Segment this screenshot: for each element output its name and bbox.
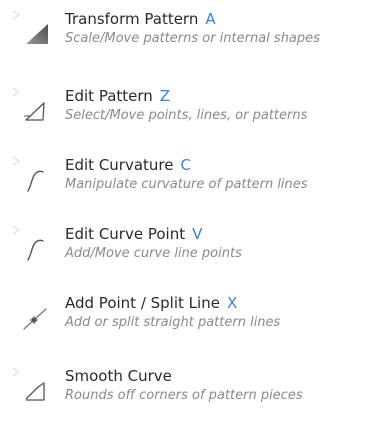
menu-item-text: Add Point / Split Line X Add or split str… bbox=[65, 294, 391, 331]
menu-item-text: Smooth Curve Rounds off corners of patte… bbox=[65, 367, 391, 404]
menu-item-description: Manipulate curvature of pattern lines bbox=[65, 177, 308, 192]
menu-item-label: Transform Pattern bbox=[65, 10, 199, 28]
edit-curvature-icon bbox=[27, 170, 44, 192]
smooth-curve-icon bbox=[25, 382, 45, 401]
menu-item-title: Edit Curve Point V bbox=[65, 225, 391, 244]
shortcut-key: A bbox=[205, 10, 216, 28]
menu-item-description: Scale/Move patterns or internal shapes bbox=[65, 31, 320, 46]
menu-item-transform-pattern[interactable]: Transform Pattern A Scale/Move patterns o… bbox=[0, 6, 391, 64]
menu-item-label: Edit Curve Point bbox=[65, 225, 186, 243]
shortcut-key: V bbox=[192, 225, 203, 243]
menu-item-label: Add Point / Split Line bbox=[65, 294, 220, 312]
edit-curve-point-icon bbox=[27, 239, 44, 261]
menu-item-title: Edit Curvature C bbox=[65, 156, 391, 175]
menu-item-description: Add or split straight pattern lines bbox=[65, 315, 281, 330]
menu-item-label: Edit Curvature bbox=[65, 156, 174, 174]
menu-item-description: Select/Move points, lines, or patterns bbox=[65, 108, 308, 123]
menu-item-title: Smooth Curve bbox=[65, 367, 391, 386]
menu-item-description: Rounds off corners of pattern pieces bbox=[65, 388, 303, 403]
transform-pattern-icon bbox=[26, 24, 48, 44]
shortcut-key: X bbox=[226, 294, 238, 312]
menu-item-title: Edit Pattern Z bbox=[65, 87, 391, 106]
add-point-split-line-icon bbox=[23, 308, 47, 330]
menu-item-title: Transform Pattern A bbox=[65, 10, 391, 29]
menu-item-edit-curve-point[interactable]: Edit Curve Point V Add/Move curve line po… bbox=[0, 221, 391, 279]
shortcut-key: Z bbox=[159, 87, 171, 105]
menu-item-text: Edit Curvature C Manipulate curvature of … bbox=[65, 156, 391, 193]
menu-item-text: Edit Pattern Z Select/Move points, lines,… bbox=[65, 87, 391, 124]
menu-item-description: Add/Move curve line points bbox=[65, 246, 242, 261]
menu-item-text: Edit Curve Point V Add/Move curve line po… bbox=[65, 225, 391, 262]
tool-menu: Transform Pattern A Scale/Move patterns o… bbox=[0, 0, 391, 412]
menu-item-add-point-split-line[interactable]: Add Point / Split Line X Add or split str… bbox=[0, 290, 391, 348]
edit-pattern-icon bbox=[24, 102, 45, 121]
menu-item-edit-pattern[interactable]: Edit Pattern Z Select/Move points, lines,… bbox=[0, 83, 391, 141]
menu-item-smooth-curve[interactable]: Smooth Curve Rounds off corners of patte… bbox=[0, 363, 391, 421]
menu-item-label: Edit Pattern bbox=[65, 87, 153, 105]
menu-item-text: Transform Pattern A Scale/Move patterns o… bbox=[65, 10, 391, 47]
menu-item-edit-curvature[interactable]: Edit Curvature C Manipulate curvature of … bbox=[0, 152, 391, 210]
menu-item-title: Add Point / Split Line X bbox=[65, 294, 391, 313]
shortcut-key: C bbox=[180, 156, 191, 174]
menu-item-label: Smooth Curve bbox=[65, 367, 172, 385]
